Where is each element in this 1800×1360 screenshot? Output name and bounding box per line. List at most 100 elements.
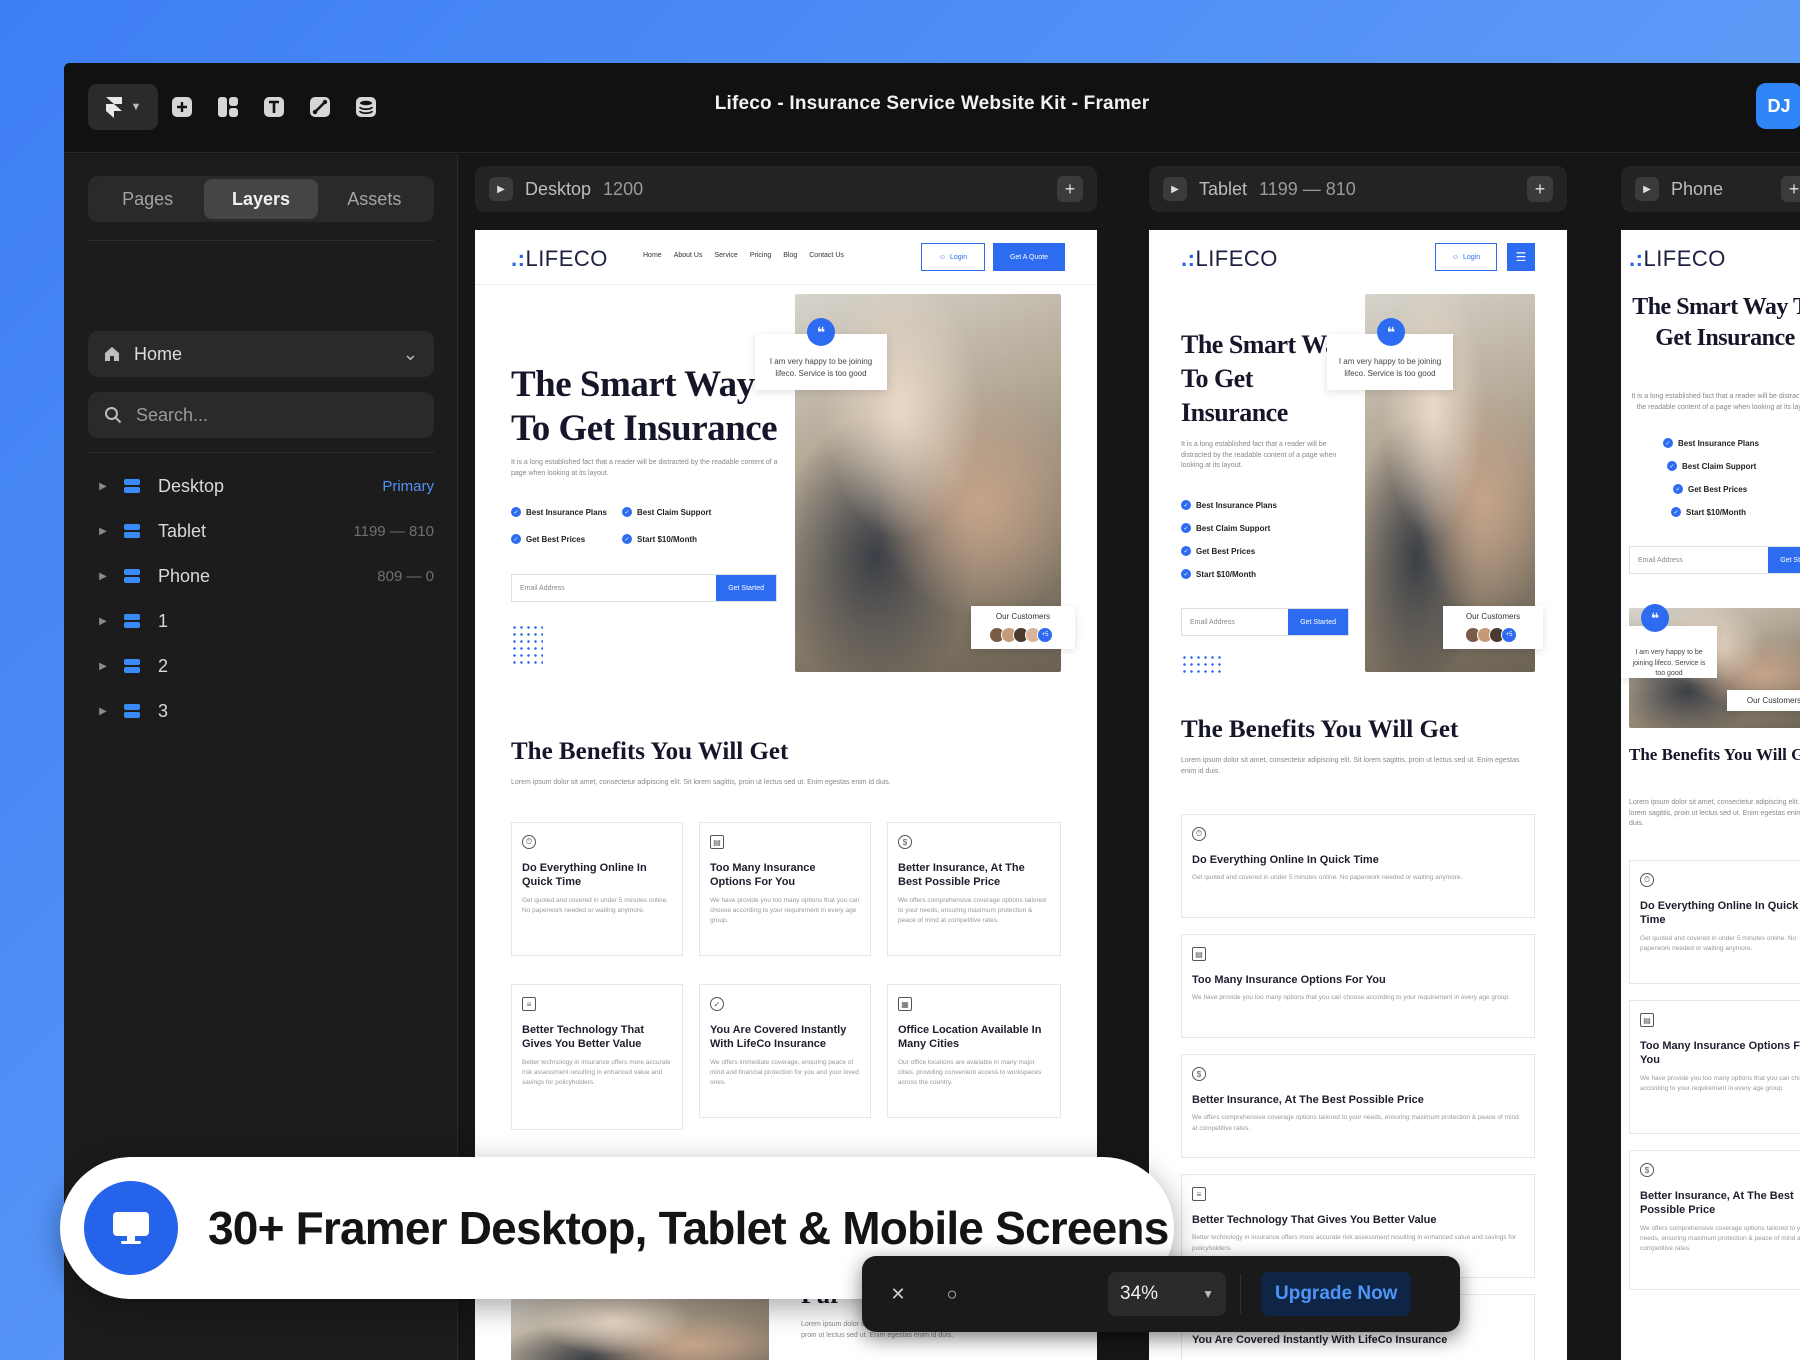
benefits-title: The Benefits You Will Get xyxy=(511,738,789,765)
card-description: Better technology in insurance offers mo… xyxy=(1192,1234,1516,1252)
play-icon[interactable]: ▶ xyxy=(1163,177,1187,201)
benefit-card[interactable]: ▤ Too Many Insurance Options For You We … xyxy=(1629,1000,1800,1134)
play-icon[interactable]: ▶ xyxy=(489,177,513,201)
play-icon[interactable]: ▶ xyxy=(1635,177,1659,201)
frame-icon xyxy=(124,524,140,538)
card-description: We have provide you too many options tha… xyxy=(1640,1074,1800,1092)
card-title: Better Insurance, At The Best Possible P… xyxy=(1640,1190,1794,1217)
divider xyxy=(88,240,434,241)
hamburger-icon: ☰ xyxy=(1515,250,1527,264)
expand-arrow-icon[interactable]: ▶ xyxy=(92,616,114,627)
menu-button[interactable]: ☰ xyxy=(1507,243,1535,271)
benefit-card[interactable]: ⏱ Do Everything Online In Quick Time Get… xyxy=(1629,860,1800,984)
tab-pages[interactable]: Pages xyxy=(91,179,204,219)
card-description: We have provide you too many options tha… xyxy=(1192,994,1510,1002)
page-select-value: Home xyxy=(134,343,183,364)
logo-mark-icon: .: xyxy=(1181,246,1196,271)
nav-service[interactable]: Service xyxy=(714,252,737,259)
add-breakpoint-icon[interactable]: + xyxy=(1527,176,1553,202)
layer-search-input[interactable]: Search... xyxy=(88,392,434,438)
layer-row-tablet[interactable]: ▶ Tablet 1199 — 810 xyxy=(88,511,434,551)
benefit-card[interactable]: ⏱ Do Everything Online In Quick Time Get… xyxy=(511,822,683,956)
expand-arrow-icon[interactable]: ▶ xyxy=(92,661,114,672)
cursor-tool-button[interactable]: ✕ xyxy=(878,1274,918,1314)
frame-name: Tablet xyxy=(1199,178,1248,199)
frame-header-desktop[interactable]: ▶ Desktop 1200 + xyxy=(475,166,1097,212)
benefit-card[interactable]: ≡ Better Technology That Gives You Bette… xyxy=(511,984,683,1130)
email-signup: Email Address Get Started xyxy=(1629,546,1800,574)
benefit-card[interactable]: $ Better Insurance, At The Best Possible… xyxy=(1629,1150,1800,1290)
add-breakpoint-icon[interactable]: + xyxy=(1057,176,1083,202)
site-logo: .:LIFECO xyxy=(1629,246,1726,271)
frame-icon xyxy=(124,659,140,673)
nav-home[interactable]: Home xyxy=(643,252,662,259)
dollar-icon: $ xyxy=(1192,1067,1206,1081)
nav-contact[interactable]: Contact Us xyxy=(809,252,844,259)
customers-label: Our Customers xyxy=(1465,612,1521,621)
card-title: Too Many Insurance Options For You xyxy=(1640,1040,1800,1067)
phone-frame[interactable]: .:LIFECO The Smart Way To Get Insurance … xyxy=(1621,230,1800,1360)
layer-row-2[interactable]: ▶ 2 xyxy=(88,646,434,686)
benefit-card[interactable]: ▦ Office Location Available In Many Citi… xyxy=(887,984,1061,1118)
tablet-frame[interactable]: .:LIFECO ☺ Login ☰ The Smart Way To Get I… xyxy=(1149,230,1567,1360)
layer-row-phone[interactable]: ▶ Phone 809 — 0 xyxy=(88,556,434,596)
dollar-icon: $ xyxy=(898,835,912,849)
login-button[interactable]: ☺ Login xyxy=(1435,243,1497,271)
get-started-button[interactable]: Get Started xyxy=(1768,547,1800,573)
building-icon: ▦ xyxy=(898,997,912,1011)
layer-row-desktop[interactable]: ▶ Desktop Primary xyxy=(88,466,434,506)
tab-assets[interactable]: Assets xyxy=(318,179,431,219)
layer-meta: 809 — 0 xyxy=(377,567,434,585)
email-input[interactable]: Email Address xyxy=(512,575,716,601)
nav-pricing[interactable]: Pricing xyxy=(750,252,771,259)
user-icon: ☺ xyxy=(1451,253,1459,261)
frame-header-tablet[interactable]: ▶ Tablet 1199 — 810 + xyxy=(1149,166,1567,212)
get-quote-button[interactable]: Get A Quote xyxy=(993,243,1065,271)
get-started-button[interactable]: Get Started xyxy=(1288,609,1348,635)
tab-layers[interactable]: Layers xyxy=(204,179,318,219)
layer-row-1[interactable]: ▶ 1 xyxy=(88,601,434,641)
add-breakpoint-icon[interactable]: + xyxy=(1781,176,1800,202)
email-input[interactable]: Email Address xyxy=(1630,547,1768,573)
card-title: Better Insurance, At The Best Possible P… xyxy=(1192,1094,1424,1106)
more-count-badge: +5 xyxy=(1501,627,1517,643)
get-started-button[interactable]: Get Started xyxy=(716,575,776,601)
layer-row-3[interactable]: ▶ 3 xyxy=(88,691,434,731)
check-icon: ✓ xyxy=(1181,500,1191,510)
user-avatar[interactable]: DJ xyxy=(1756,83,1800,129)
benefit-card[interactable]: ▤ Too Many Insurance Options For You We … xyxy=(699,822,871,956)
bottom-toolbar: ✕ ○ 34% ▼ Upgrade Now xyxy=(862,1256,1460,1332)
top-toolbar: ▼ Lifeco - Insurance Service Website Kit… xyxy=(64,63,1800,153)
frame-size: 1200 xyxy=(603,178,644,199)
benefits-description: Lorem ipsum dolor sit amet, consectetur … xyxy=(1181,757,1520,775)
expand-arrow-icon[interactable]: ▶ xyxy=(92,481,114,492)
upgrade-now-button[interactable]: Upgrade Now xyxy=(1261,1272,1412,1316)
page-select[interactable]: Home ⌄ xyxy=(88,331,434,377)
benefit-card[interactable]: $ Better Insurance, At The Best Possible… xyxy=(887,822,1061,956)
benefits-description: Lorem ipsum dolor sit amet, consectetur … xyxy=(511,779,891,786)
expand-arrow-icon[interactable]: ▶ xyxy=(92,706,114,717)
logo-mark-icon: .: xyxy=(511,246,526,271)
login-button[interactable]: ☺ Login xyxy=(921,243,985,271)
benefit-card[interactable]: ✓ You Are Covered Instantly With LifeCo … xyxy=(699,984,871,1118)
nav-blog[interactable]: Blog xyxy=(783,252,797,259)
customers-card: Our Customers +5 xyxy=(971,606,1075,649)
card-title: Too Many Insurance Options For You xyxy=(1192,974,1386,986)
more-count-badge: +5 xyxy=(1037,627,1053,643)
site-nav: Home About Us Service Pricing Blog Conta… xyxy=(643,252,844,259)
layer-name: Desktop xyxy=(158,475,225,496)
card-title: Too Many Insurance Options For You xyxy=(710,862,816,889)
expand-arrow-icon[interactable]: ▶ xyxy=(92,526,114,537)
expand-arrow-icon[interactable]: ▶ xyxy=(92,571,114,582)
benefit-card[interactable]: ⏱ Do Everything Online In Quick Time Get… xyxy=(1181,814,1535,918)
nav-about[interactable]: About Us xyxy=(674,252,703,259)
hero-title: The Smart Way To Get Insurance xyxy=(1632,294,1800,352)
comment-tool-button[interactable]: ○ xyxy=(932,1274,972,1314)
zoom-select[interactable]: 34% ▼ xyxy=(1108,1272,1226,1316)
frame-header-phone[interactable]: ▶ Phone + xyxy=(1621,166,1800,212)
benefit-card[interactable]: ▤ Too Many Insurance Options For You We … xyxy=(1181,934,1535,1038)
card-title: You Are Covered Instantly With LifeCo In… xyxy=(710,1024,847,1051)
benefit-card[interactable]: $ Better Insurance, At The Best Possible… xyxy=(1181,1054,1535,1158)
email-input[interactable]: Email Address xyxy=(1182,609,1288,635)
server-icon: ≡ xyxy=(1192,1187,1206,1201)
